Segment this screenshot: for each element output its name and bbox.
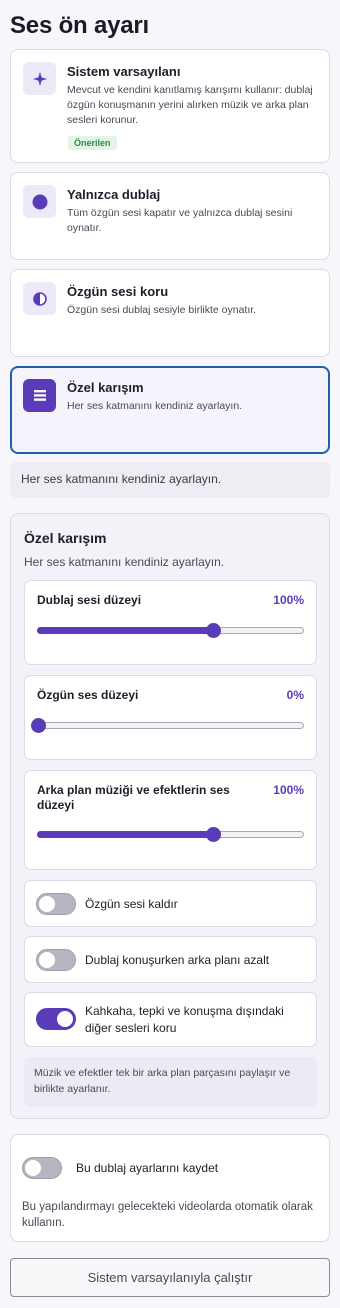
slider-label: Arka plan müziği ve efektlerin ses düzey… (37, 783, 230, 812)
slider-card-original-volume: Özgün ses düzeyi 0% (24, 675, 317, 760)
toggle-row-remove-original: Özgün sesi kaldır (24, 880, 317, 927)
background-volume-slider[interactable] (37, 827, 304, 842)
dub-volume-slider[interactable] (37, 623, 304, 638)
slider-label: Özgün ses düzeyi (37, 688, 139, 702)
stack-icon (23, 379, 56, 412)
toggle-label: Özgün sesi kaldır (85, 897, 178, 911)
slider-thumb[interactable] (206, 623, 221, 638)
sparkle-icon (23, 62, 56, 95)
remove-original-toggle[interactable] (36, 893, 76, 915)
preset-title: Özel karışım (67, 380, 144, 395)
toggle-knob (57, 1011, 73, 1027)
toggle-knob (25, 1160, 41, 1176)
preset-option-keep-original[interactable]: Özgün sesi koru Özgün sesi dublaj sesiyl… (10, 269, 330, 357)
mix-note: Müzik ve efektler tek bir arka plan parç… (24, 1057, 317, 1107)
toggle-row-keep-other-sounds: Kahkaha, tepki ve konuşma dışındaki diğe… (24, 992, 317, 1047)
slider-value: 100% (273, 783, 304, 797)
slider-card-background-volume: Arka plan müziği ve efektlerin ses düzey… (24, 770, 317, 870)
slider-fill (37, 627, 212, 634)
toggle-row-duck-background: Dublaj konuşurken arka planı azalt (24, 936, 317, 983)
slider-thumb[interactable] (206, 827, 221, 842)
custom-mix-panel: Özel karışım Her ses katmanını kendiniz … (10, 513, 330, 1119)
panel-title: Özel karışım (24, 530, 107, 546)
duck-background-toggle[interactable] (36, 949, 76, 971)
run-with-default-button[interactable]: Sistem varsayılanıyla çalıştır (10, 1258, 330, 1297)
preset-description: Mevcut ve kendini kanıtlamış karışımı ku… (67, 84, 313, 126)
save-settings-description: Bu yapılandırmayı gelecekteki videolarda… (22, 1201, 313, 1229)
page-title: Ses ön ayarı (10, 12, 150, 39)
toggle-knob (39, 952, 55, 968)
slider-value: 100% (273, 593, 304, 607)
preset-title: Sistem varsayılanı (67, 64, 181, 79)
half-circle-icon (23, 282, 56, 315)
preset-option-custom-mix[interactable]: Özel karışım Her ses katmanını kendiniz … (10, 366, 330, 454)
audio-preset-page: Ses ön ayarı Sistem varsayılanı Mevcut v… (0, 0, 340, 1308)
preset-description: Tüm özgün sesi kapatır ve yalnızca dubla… (67, 207, 293, 234)
save-settings-toggle[interactable] (22, 1157, 62, 1179)
preset-title: Yalnızca dublaj (67, 187, 161, 202)
toggle-knob (39, 896, 55, 912)
slider-thumb[interactable] (31, 718, 46, 733)
preset-option-system-default[interactable]: Sistem varsayılanı Mevcut ve kendini kan… (10, 49, 330, 163)
preset-description: Her ses katmanını kendiniz ayarlayın. (67, 400, 243, 412)
original-volume-slider[interactable] (31, 718, 304, 733)
slider-label: Dublaj sesi düzeyi (37, 593, 142, 607)
preset-description: Özgün sesi dublaj sesiyle birlikte oynat… (67, 304, 257, 316)
save-settings-label: Bu dublaj ayarlarını kaydet (76, 1161, 219, 1175)
recommended-badge: Önerilen (68, 136, 117, 150)
preset-option-dub-only[interactable]: Yalnızca dublaj Tüm özgün sesi kapatır v… (10, 172, 330, 260)
keep-other-sounds-toggle[interactable] (36, 1008, 76, 1030)
slider-value: 0% (286, 688, 304, 702)
save-settings-card: Bu dublaj ayarlarını kaydet Bu yapılandı… (10, 1134, 330, 1242)
selected-preset-info: Her ses katmanını kendiniz ayarlayın. (10, 462, 330, 498)
slider-fill (37, 831, 212, 838)
filled-circle-icon (23, 185, 56, 218)
slider-card-dub-volume: Dublaj sesi düzeyi 100% (24, 580, 317, 665)
preset-title: Özgün sesi koru (67, 284, 169, 299)
toggle-label: Dublaj konuşurken arka planı azalt (85, 953, 270, 967)
toggle-label: Kahkaha, tepki ve konuşma dışındaki diğe… (85, 1004, 284, 1035)
panel-subtitle: Her ses katmanını kendiniz ayarlayın. (24, 555, 225, 569)
